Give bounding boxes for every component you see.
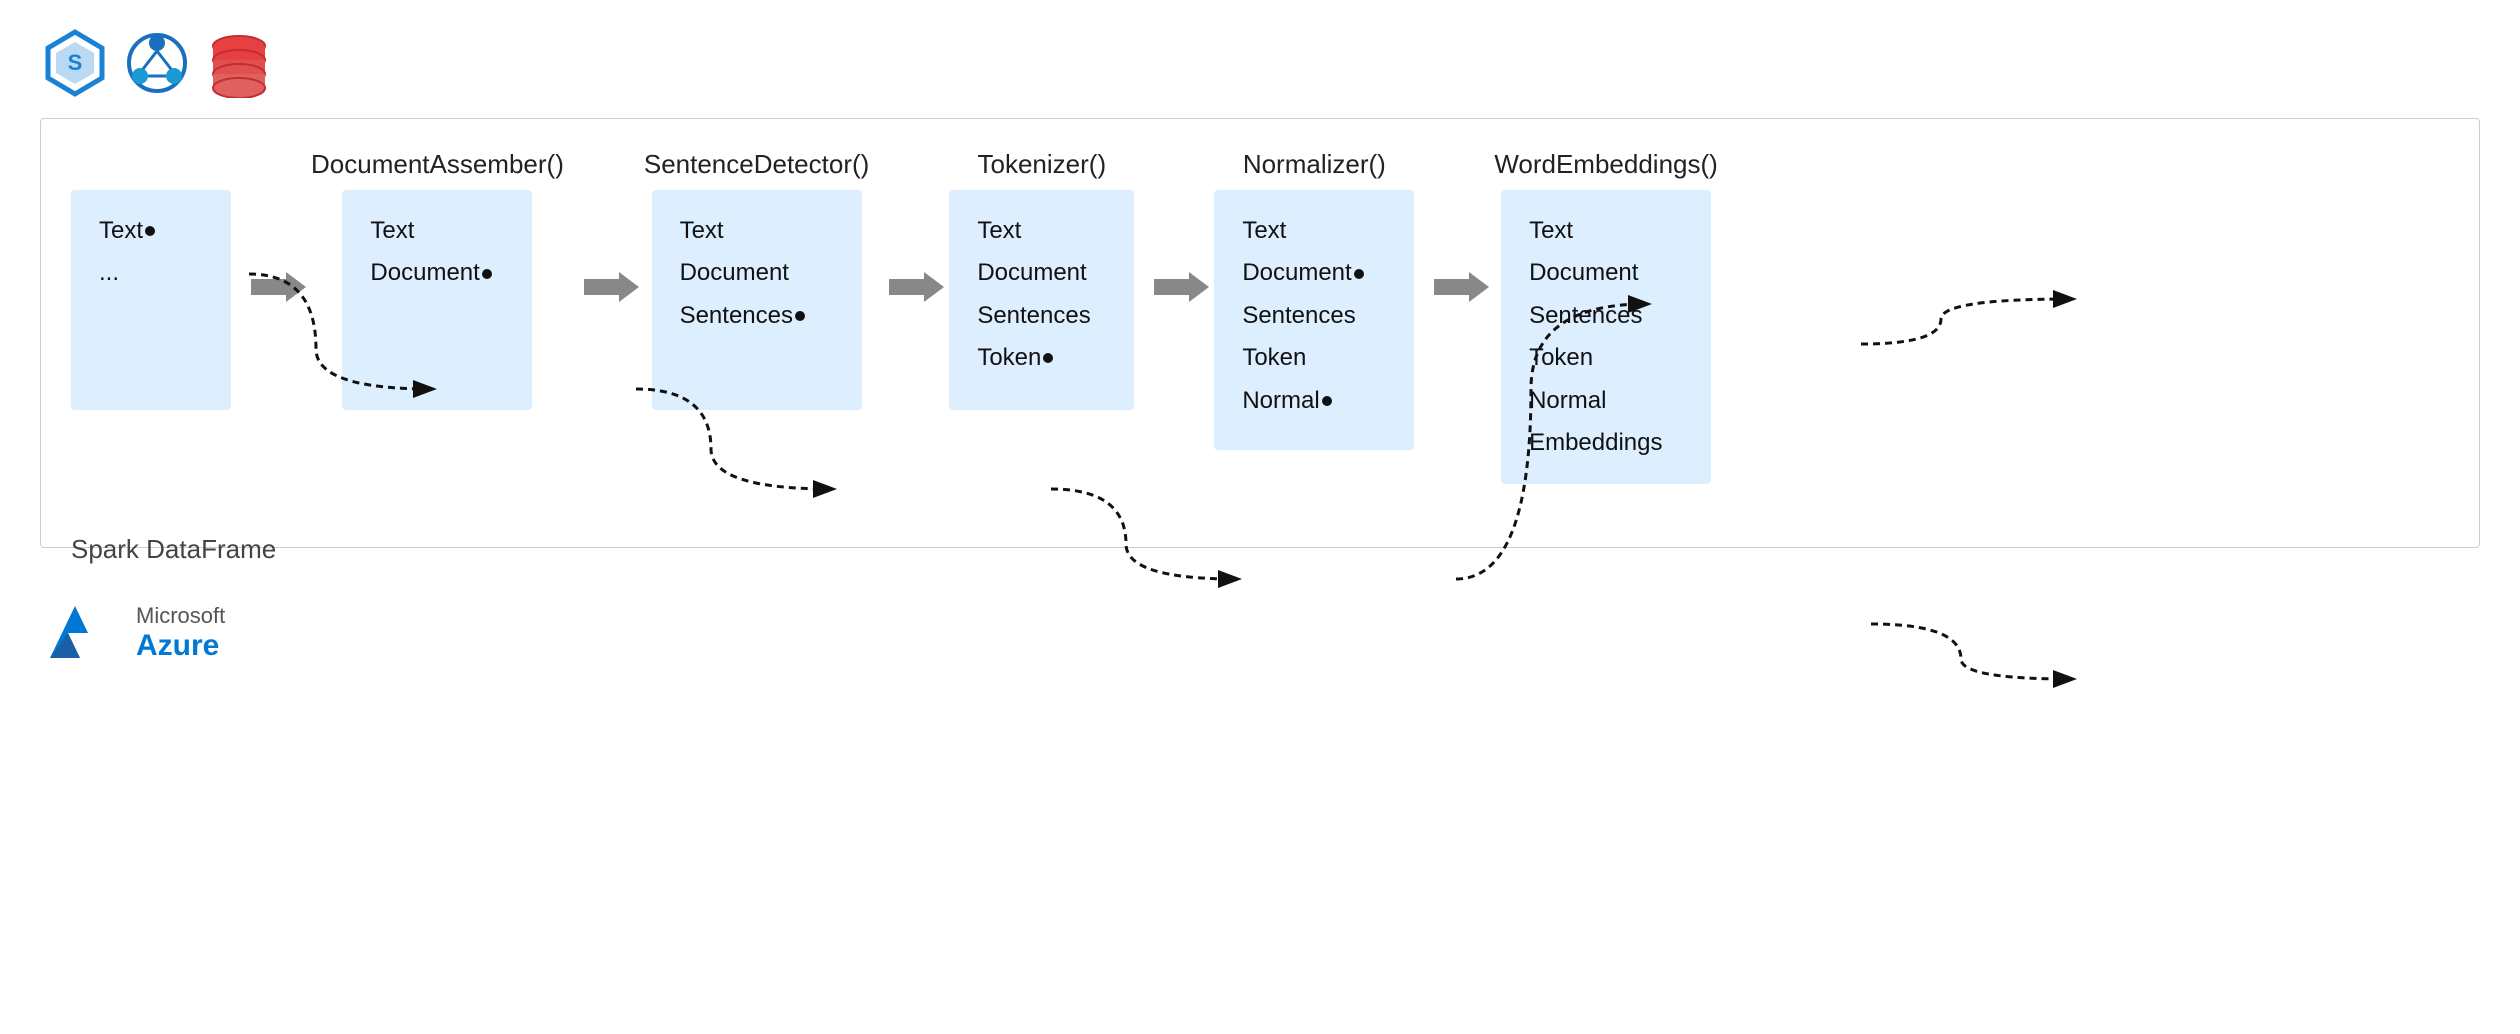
field-sentences-4: Sentences xyxy=(1242,297,1386,335)
field-text-0: Text xyxy=(99,212,203,250)
field-text-1: Text xyxy=(370,212,504,250)
stage-label-1: DocumentAssember() xyxy=(311,149,564,180)
field-document-1: Document xyxy=(370,254,504,292)
spark-dataframe-label: Spark DataFrame xyxy=(71,534,2449,565)
field-token-5: Token xyxy=(1529,339,1683,377)
field-document-3: Document xyxy=(977,254,1106,292)
stage-tokenizer: Tokenizer() Text Document Sentences Toke… xyxy=(949,149,1134,410)
stages-row: Text ... DocumentAssember() xyxy=(71,149,2449,484)
field-normal-5: Normal xyxy=(1529,382,1683,420)
arrow-3-4 xyxy=(1134,149,1214,317)
azure-logo-icon xyxy=(40,598,120,668)
header-logos: S xyxy=(0,0,2520,118)
spark-logo: S xyxy=(40,28,110,98)
field-token-3: Token xyxy=(977,339,1106,377)
azure-logo-text: Microsoft Azure xyxy=(136,603,225,663)
ml-logo xyxy=(122,28,192,98)
field-text-2: Text xyxy=(680,212,834,250)
stage-input: Text ... xyxy=(71,149,231,410)
field-sentences-5: Sentences xyxy=(1529,297,1683,335)
diagram-container: Text ... DocumentAssember() xyxy=(40,118,2480,548)
field-normal-4: Normal xyxy=(1242,382,1386,420)
field-document-5: Document xyxy=(1529,254,1683,292)
stage-normalizer: Normalizer() Text Document Sentences Tok… xyxy=(1214,149,1414,450)
box-5: Text Document Sentences Token Normal xyxy=(1501,190,1711,484)
product-name: Azure xyxy=(136,629,225,663)
stage-label-input xyxy=(147,149,154,180)
box-4: Text Document Sentences Token Normal xyxy=(1214,190,1414,450)
dot-sentences-2 xyxy=(795,311,805,321)
dot-doc-4 xyxy=(1354,269,1364,279)
company-name: Microsoft xyxy=(136,603,225,629)
dot-doc-1 xyxy=(482,269,492,279)
dot-normal-4 xyxy=(1322,396,1332,406)
dot-text-0 xyxy=(145,226,155,236)
field-sentences-3: Sentences xyxy=(977,297,1106,335)
field-document-2: Document xyxy=(680,254,834,292)
arrow-4-5 xyxy=(1414,149,1494,317)
stage-sentence-detector: SentenceDetector() Text Document Sentenc… xyxy=(644,149,869,410)
stage-label-3: Tokenizer() xyxy=(978,149,1107,180)
box-input: Text ... xyxy=(71,190,231,410)
arrow-1-2 xyxy=(564,149,644,317)
pipeline-area: Text ... DocumentAssember() xyxy=(71,149,2449,527)
stage-label-5: WordEmbeddings() xyxy=(1494,149,1718,180)
field-embeddings-5: Embeddings xyxy=(1529,424,1683,462)
field-document-4: Document xyxy=(1242,254,1386,292)
database-logo xyxy=(204,28,274,98)
stage-label-4: Normalizer() xyxy=(1243,149,1386,180)
arrow-2-3 xyxy=(869,149,949,317)
field-sentences-2: Sentences xyxy=(680,297,834,335)
stage-doc-assembler: DocumentAssember() Text Document xyxy=(311,149,564,410)
bottom-logo-area: Microsoft Azure xyxy=(0,568,2520,698)
field-text-4: Text xyxy=(1242,212,1386,250)
box-3: Text Document Sentences Token xyxy=(949,190,1134,410)
field-text-3: Text xyxy=(977,212,1106,250)
svg-text:S: S xyxy=(68,50,83,75)
box-2: Text Document Sentences xyxy=(652,190,862,410)
field-text-5: Text xyxy=(1529,212,1683,250)
stage-label-2: SentenceDetector() xyxy=(644,149,869,180)
field-token-4: Token xyxy=(1242,339,1386,377)
stage-word-embeddings: WordEmbeddings() Text Document Sentences… xyxy=(1494,149,1718,484)
arrow-0-1 xyxy=(231,149,311,317)
box-1: Text Document xyxy=(342,190,532,410)
field-ellipsis-0: ... xyxy=(99,254,203,292)
dot-token-3 xyxy=(1043,353,1053,363)
